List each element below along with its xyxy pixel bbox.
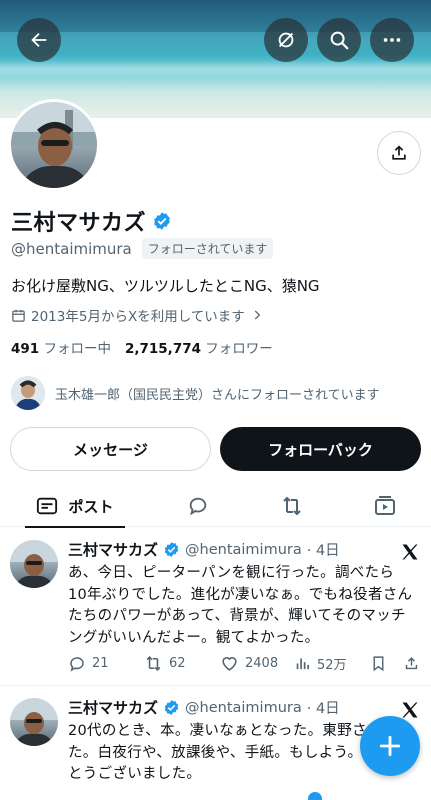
views-button[interactable]: 52万 — [294, 654, 370, 673]
tweet-author-handle: @hentaimimura — [185, 699, 302, 716]
repost-icon — [146, 656, 161, 671]
posts-icon — [37, 497, 58, 515]
tweet-author-name[interactable]: 三村マサカズ — [68, 539, 158, 560]
followed-by-row[interactable]: 玉木雄一郎（国民民主党）さんにフォローされています — [11, 376, 380, 410]
share-button[interactable] — [377, 131, 421, 175]
reply-count: 21 — [92, 656, 109, 671]
tweet-share-button[interactable] — [403, 655, 420, 672]
eye-slash-icon — [278, 32, 294, 48]
following-count: 491 — [11, 341, 40, 357]
bookmark-icon — [373, 656, 384, 672]
more-icon — [383, 38, 401, 42]
tab-reposts[interactable] — [279, 485, 305, 527]
verified-badge-icon — [164, 542, 179, 557]
heart-icon — [222, 657, 237, 671]
tab-posts[interactable]: ポスト — [25, 485, 125, 528]
tab-posts-label: ポスト — [68, 497, 114, 516]
bio: お化け屋敷NG、ツルツルしたとこNG、猿NG — [11, 277, 320, 295]
x-logo-icon[interactable] — [400, 700, 420, 720]
handle: @hentaimimura — [11, 239, 132, 258]
tweet-header: 三村マサカズ @hentaimimura · 4日 — [68, 697, 340, 718]
name-row: 三村マサカズ — [11, 205, 172, 237]
tweet-avatar[interactable] — [10, 698, 58, 746]
chevron-right-icon[interactable] — [250, 308, 264, 322]
following-label: フォロー中 — [43, 341, 111, 357]
followed-by-text: 玉木雄一郎（国民民主党）さんにフォローされています — [55, 387, 380, 403]
display-name: 三村マサカズ — [11, 211, 147, 236]
views-icon — [296, 658, 310, 670]
more-button[interactable] — [370, 18, 414, 62]
search-icon — [330, 31, 349, 50]
bookmark-button[interactable] — [370, 655, 403, 672]
repost-button[interactable]: 62 — [144, 654, 220, 673]
reply-icon — [70, 656, 84, 672]
followers-link[interactable]: 2,715,774 フォロワー — [125, 337, 273, 357]
back-button[interactable] — [17, 18, 61, 62]
avatar-photo — [11, 102, 97, 188]
profile-avatar[interactable] — [8, 99, 100, 191]
tweet[interactable]: 三村マサカズ @hentaimimura · 4日 あ、今日、ピーターパンを観に… — [0, 528, 431, 686]
share-icon — [392, 145, 406, 160]
view-count: 52万 — [317, 658, 347, 673]
like-button[interactable]: 2408 — [220, 654, 294, 673]
follower-avatar — [11, 376, 45, 410]
tweet-text: あ、今日、ピーターパンを観に行った。調べたら10年ぶりでした。進化が凄いなぁ。で… — [68, 565, 413, 646]
follow-back-button[interactable]: フォローバック — [220, 427, 421, 471]
repost-count: 62 — [169, 656, 186, 671]
joined-text: 2013年5月からXを利用しています — [31, 309, 245, 325]
tweet-author-name[interactable]: 三村マサカズ — [68, 697, 158, 718]
followers-label: フォロワー — [205, 341, 273, 357]
plus-icon — [379, 735, 401, 757]
tweet-actions: 21 62 2408 52万 — [68, 654, 423, 673]
profile-tabs: ポスト — [0, 485, 431, 528]
search-button[interactable] — [317, 18, 361, 62]
reply-button[interactable]: 21 — [68, 655, 144, 673]
tweet-author-handle: @hentaimimura — [185, 541, 302, 558]
tweet-avatar[interactable] — [10, 540, 58, 588]
tab-replies[interactable] — [185, 485, 211, 527]
mute-button[interactable] — [264, 18, 308, 62]
verified-badge-icon[interactable] — [152, 211, 172, 231]
followers-count: 2,715,774 — [124, 341, 201, 357]
verified-badge-icon — [164, 700, 179, 715]
follow-stats: 491 フォロー中 2,715,774 フォロワー — [11, 337, 273, 357]
repost-icon — [283, 496, 301, 516]
calendar-icon — [12, 309, 25, 322]
follows-you-badge: フォローされています — [141, 238, 274, 259]
following-link[interactable]: 491 フォロー中 — [11, 337, 111, 357]
joined-date: 2013年5月からXを利用しています — [11, 305, 264, 325]
reply-icon — [189, 497, 207, 516]
new-posts-indicator[interactable] — [308, 792, 322, 800]
tweet-time: · 4日 — [306, 701, 340, 717]
tab-media[interactable] — [372, 485, 398, 527]
compose-button[interactable] — [360, 716, 420, 776]
tweet-time: · 4日 — [306, 543, 340, 559]
x-logo-icon[interactable] — [400, 542, 420, 562]
like-count: 2408 — [245, 656, 279, 671]
media-icon — [375, 496, 395, 515]
handle-row: @hentaimimura フォローされています — [11, 238, 274, 259]
message-button[interactable]: メッセージ — [10, 427, 211, 471]
share-icon — [405, 657, 418, 670]
arrow-left-icon — [31, 32, 47, 48]
tweet-header: 三村マサカズ @hentaimimura · 4日 — [68, 539, 340, 560]
